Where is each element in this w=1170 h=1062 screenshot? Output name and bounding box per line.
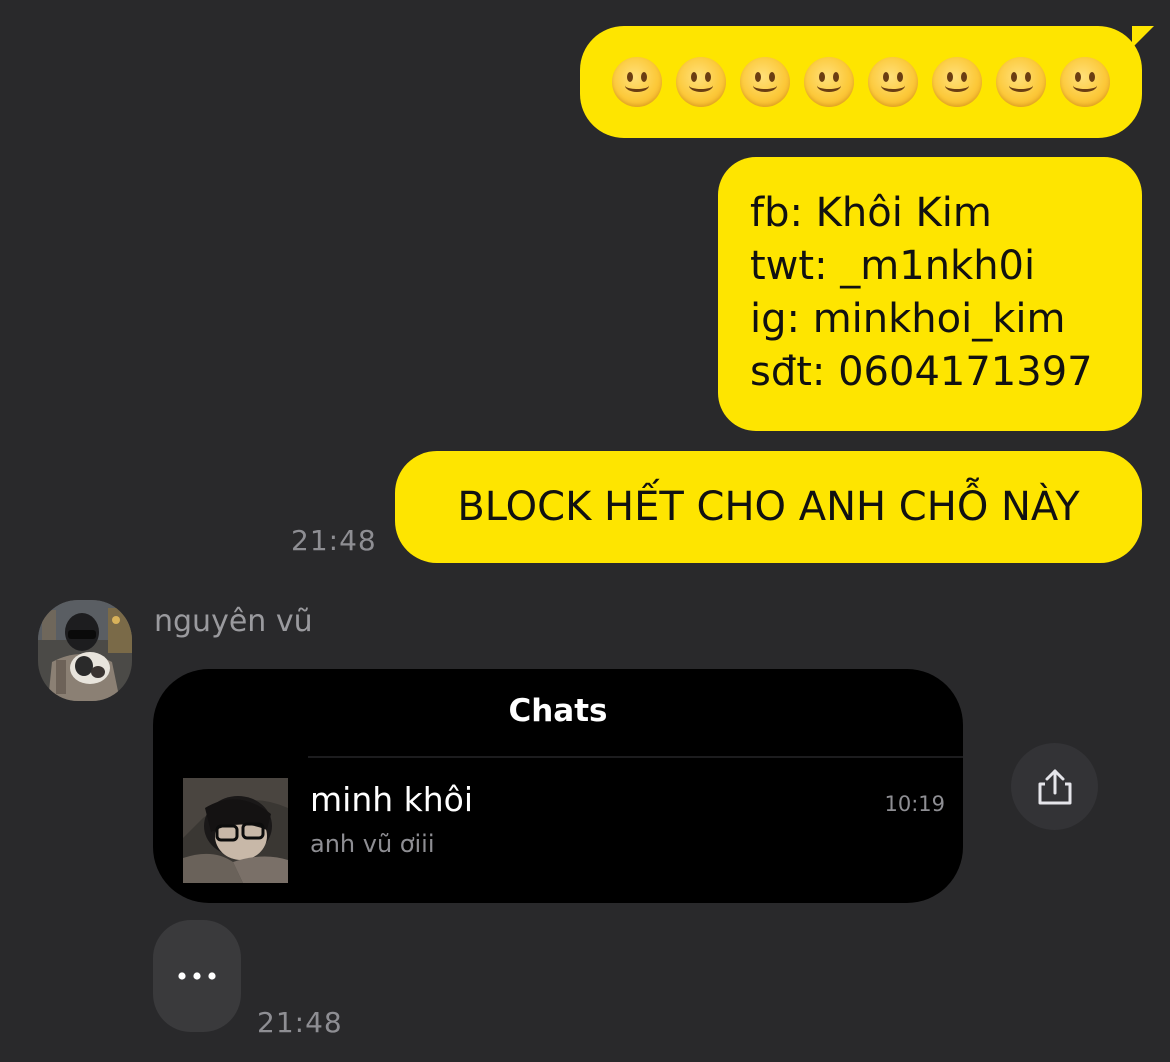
typing-indicator-bubble[interactable]: [153, 920, 241, 1032]
block-message-text: BLOCK HẾT CHO ANH CHỖ NÀY: [457, 484, 1080, 530]
contact-line-twitter: twt: _m1nkh0i: [750, 243, 1036, 289]
contact-info-message-bubble[interactable]: fb: Khôi Kim twt: _m1nkh0i ig: minkhoi_k…: [718, 157, 1142, 431]
chat-timestamp: 10:19: [884, 792, 945, 816]
slightly-smiling-face-icon: [868, 57, 918, 107]
slightly-smiling-face-icon: [804, 57, 854, 107]
incoming-message-timestamp: 21:48: [257, 1006, 343, 1039]
block-message-bubble[interactable]: BLOCK HẾT CHO ANH CHỖ NÀY: [395, 451, 1142, 563]
slightly-smiling-face-icon: [676, 57, 726, 107]
sender-avatar[interactable]: [38, 600, 132, 701]
contact-line-instagram: ig: minkhoi_kim: [750, 296, 1066, 342]
outgoing-message-timestamp: 21:48: [291, 524, 377, 557]
contact-line-phone: sđt: 0604171397: [750, 349, 1093, 395]
share-icon: [1038, 769, 1071, 804]
chat-thumbnail: [183, 778, 288, 883]
profile-photo-icon: [183, 778, 288, 883]
card-title: Chats: [508, 693, 608, 729]
slightly-smiling-face-icon: [1060, 57, 1110, 107]
share-button[interactable]: [1011, 743, 1098, 830]
user-avatar-icon: [38, 600, 132, 701]
slightly-smiling-face-icon: [932, 57, 982, 107]
sender-name: nguyên vũ: [154, 604, 313, 639]
chat-list-item[interactable]: minh khôi anh vũ ơiii 10:19: [153, 758, 963, 903]
emoji-message-bubble[interactable]: [580, 26, 1154, 138]
ellipsis-icon: [178, 972, 216, 980]
contact-line-facebook: fb: Khôi Kim: [750, 190, 992, 236]
slightly-smiling-face-icon: [612, 57, 662, 107]
shared-chats-card[interactable]: Chats minh khôi anh vũ ơiii 10:19: [153, 669, 963, 903]
slightly-smiling-face-icon: [740, 57, 790, 107]
slightly-smiling-face-icon: [996, 57, 1046, 107]
chat-contact-name: minh khôi: [310, 780, 474, 819]
chat-last-message: anh vũ ơiii: [310, 830, 435, 858]
bubble-tail: [1132, 26, 1154, 48]
